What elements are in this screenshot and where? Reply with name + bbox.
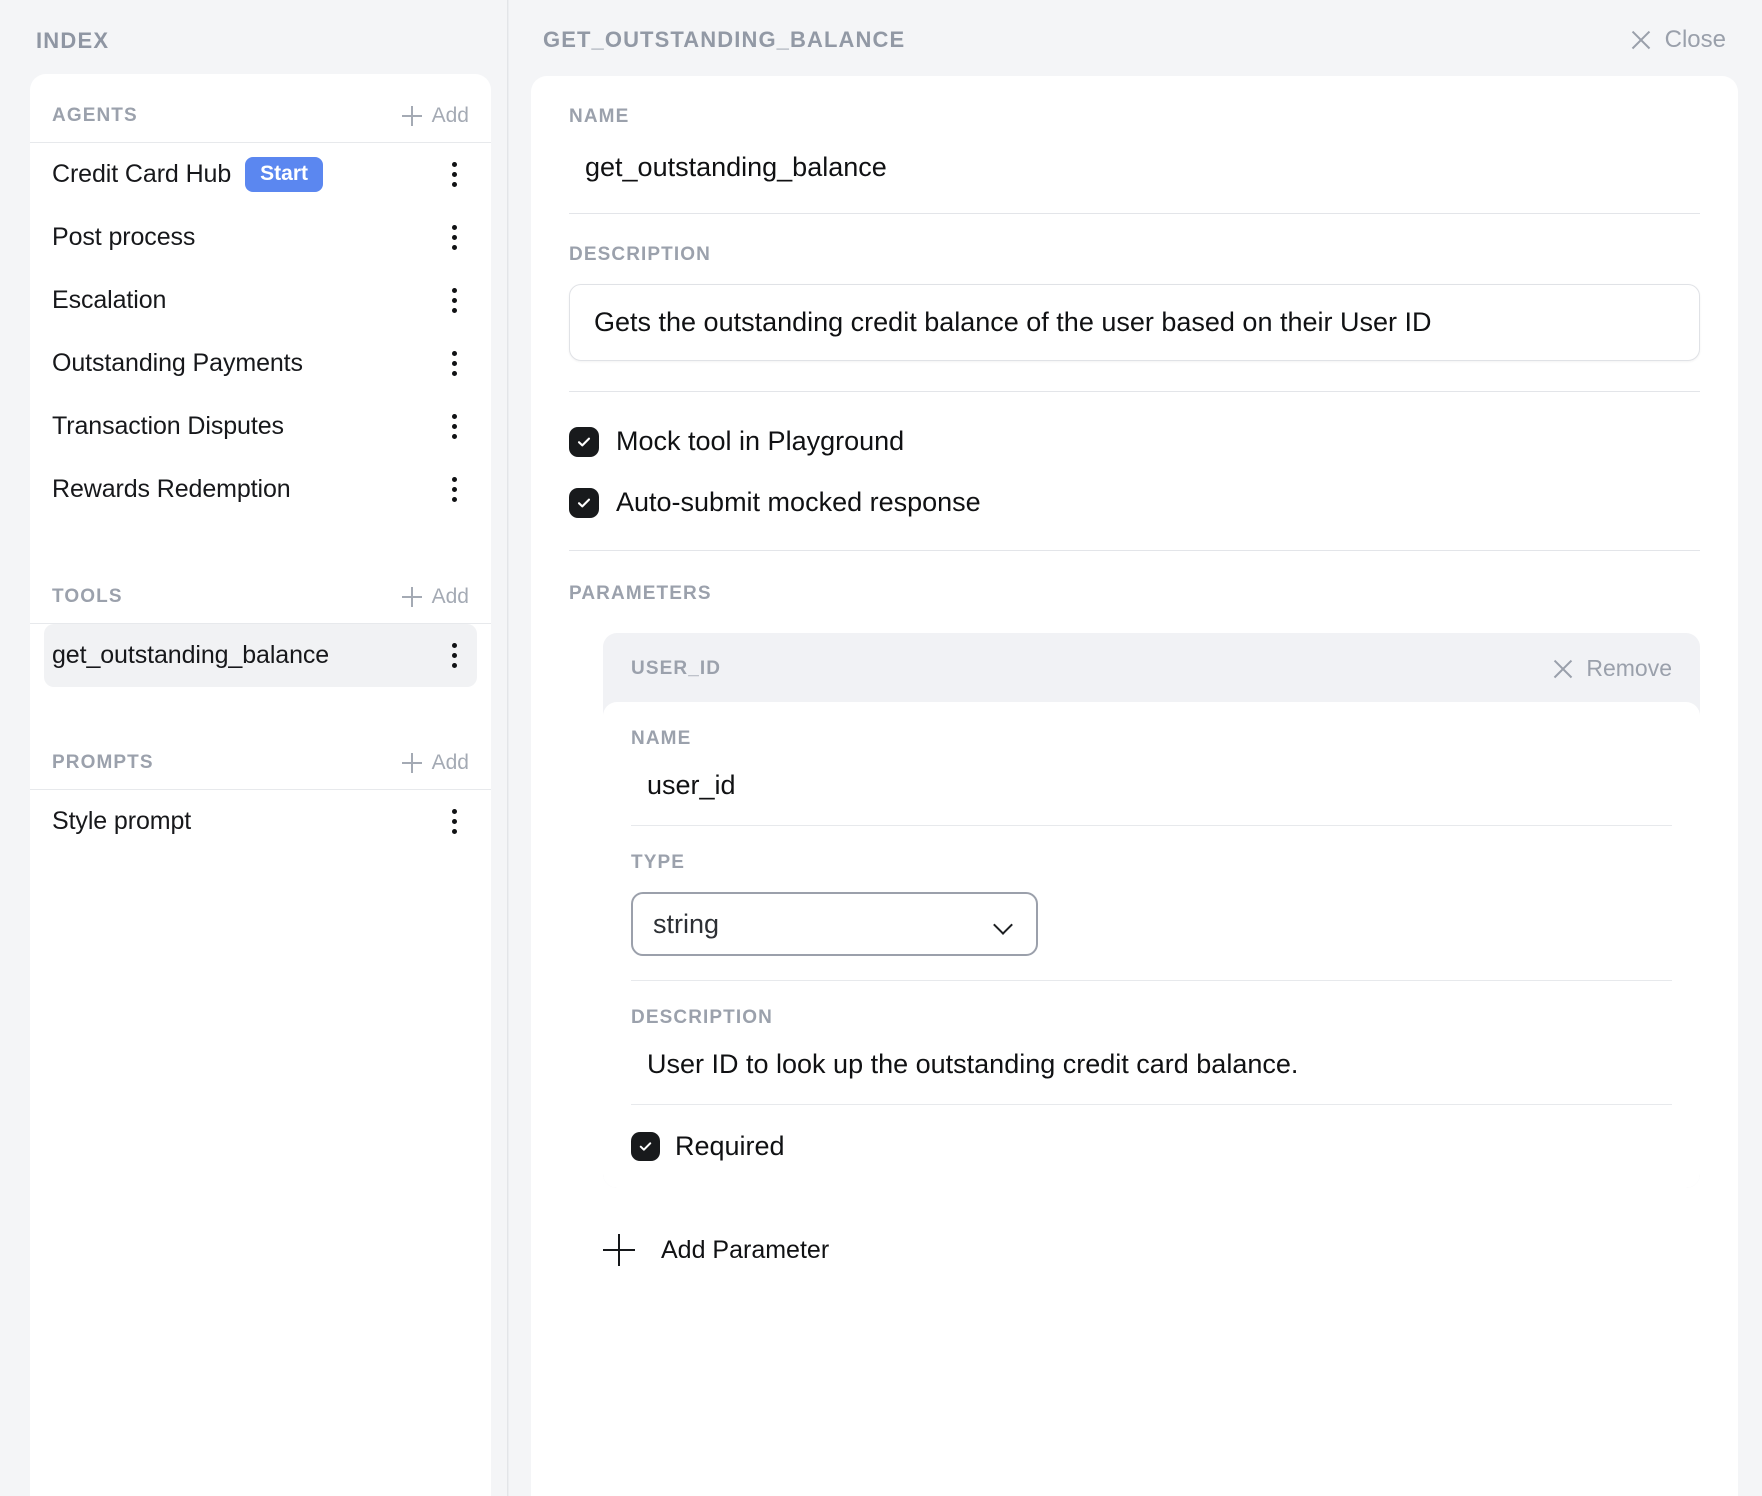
section-label-prompts: PROMPTS <box>52 752 154 773</box>
start-button[interactable]: Start <box>245 157 323 192</box>
more-options-icon[interactable] <box>439 221 469 255</box>
add-prompt-button[interactable]: Add <box>401 751 469 775</box>
detail-card: NAME get_outstanding_balance DESCRIPTION… <box>531 76 1738 1496</box>
add-parameter-label: Add Parameter <box>661 1235 830 1264</box>
agents-list: Credit Card Hub Start Post process Escal… <box>30 143 491 521</box>
parameter-type-group: TYPE string <box>631 826 1672 981</box>
required-label: Required <box>675 1131 785 1161</box>
agent-label: Escalation <box>52 286 167 314</box>
section-header-prompts: PROMPTS Add <box>30 721 491 790</box>
section-header-tools: TOOLS Add <box>30 555 491 624</box>
parameter-name-group: NAME user_id <box>631 702 1672 826</box>
section-label-tools: TOOLS <box>52 586 123 607</box>
plus-icon <box>603 1234 635 1266</box>
tool-options: Mock tool in Playground Auto-submit mock… <box>569 392 1700 550</box>
more-options-icon[interactable] <box>439 158 469 192</box>
parameter-card-user-id: USER_ID Remove NAME user_id TYPE string … <box>603 633 1700 1188</box>
tool-label: get_outstanding_balance <box>52 641 330 669</box>
agent-label: Transaction Disputes <box>52 412 284 440</box>
agent-label: Rewards Redemption <box>52 475 291 503</box>
description-field-group: DESCRIPTION Gets the outstanding credit … <box>569 214 1700 392</box>
plus-icon <box>401 106 422 126</box>
parameter-name-input[interactable]: user_id <box>631 750 1672 801</box>
agent-label: Outstanding Payments <box>52 349 303 377</box>
remove-label: Remove <box>1586 655 1672 681</box>
more-options-icon[interactable] <box>439 284 469 318</box>
parameter-type-label: TYPE <box>631 852 686 873</box>
close-label: Close <box>1664 26 1726 53</box>
close-icon <box>1630 29 1652 51</box>
list-item[interactable]: Post process <box>44 206 477 269</box>
add-agent-label: Add <box>431 104 469 127</box>
prompts-list: Style prompt <box>30 790 491 853</box>
parameter-card-header: USER_ID Remove <box>603 633 1700 702</box>
description-label: DESCRIPTION <box>569 244 711 265</box>
more-options-icon[interactable] <box>439 347 469 381</box>
chevron-down-icon <box>994 918 1014 930</box>
page-title: GET_OUTSTANDING_BALANCE <box>543 27 906 52</box>
name-field-group: NAME get_outstanding_balance <box>569 76 1700 214</box>
close-button[interactable]: Close <box>1630 26 1726 54</box>
list-item[interactable]: Transaction Disputes <box>44 395 477 458</box>
index-title: INDEX <box>36 28 110 53</box>
parameter-description-group: DESCRIPTION User ID to look up the outst… <box>631 981 1672 1105</box>
more-options-icon[interactable] <box>439 410 469 444</box>
more-options-icon[interactable] <box>439 473 469 507</box>
auto-submit-label: Auto-submit mocked response <box>616 487 981 517</box>
tools-list: get_outstanding_balance <box>30 624 491 687</box>
add-tool-label: Add <box>431 585 469 608</box>
remove-parameter-button[interactable]: Remove <box>1552 655 1672 682</box>
parameter-type-select[interactable]: string <box>631 892 1038 956</box>
description-input[interactable]: Gets the outstanding credit balance of t… <box>569 284 1700 361</box>
parameters-label: PARAMETERS <box>569 583 712 604</box>
tool-detail-panel: GET_OUTSTANDING_BALANCE Close NAME get_o… <box>508 0 1762 1496</box>
plus-icon <box>401 753 422 773</box>
parameter-description-label: DESCRIPTION <box>631 1007 773 1028</box>
index-sidebar: INDEX AGENTS Add Credit Card Hub Start P… <box>0 0 508 1496</box>
parameters-section: PARAMETERS USER_ID Remove NAME user_id T… <box>569 551 1700 1266</box>
section-label-agents: AGENTS <box>52 105 138 126</box>
parameter-title: USER_ID <box>631 657 722 679</box>
index-card: AGENTS Add Credit Card Hub Start Post pr… <box>30 74 491 1496</box>
check-icon[interactable] <box>569 487 599 518</box>
parameter-card-body: NAME user_id TYPE string DESCRIPTION Use… <box>603 702 1700 1188</box>
agent-label: Post process <box>52 223 196 251</box>
list-item[interactable]: Credit Card Hub Start <box>44 143 477 206</box>
mock-tool-label: Mock tool in Playground <box>616 426 905 456</box>
required-checkbox-row[interactable]: Required <box>631 1105 1672 1162</box>
list-item[interactable]: Escalation <box>44 269 477 332</box>
agent-label: Credit Card Hub <box>52 160 232 188</box>
section-header-agents: AGENTS Add <box>30 74 491 143</box>
parameter-name-label: NAME <box>631 728 692 749</box>
close-icon <box>1552 658 1574 680</box>
add-agent-button[interactable]: Add <box>401 104 469 128</box>
panel-header: GET_OUTSTANDING_BALANCE Close <box>509 0 1762 76</box>
more-options-icon[interactable] <box>439 805 469 839</box>
prompt-label: Style prompt <box>52 807 192 835</box>
name-label: NAME <box>569 106 630 127</box>
more-options-icon[interactable] <box>439 639 469 673</box>
list-item[interactable]: Style prompt <box>44 790 477 853</box>
name-input[interactable]: get_outstanding_balance <box>569 128 1700 183</box>
add-tool-button[interactable]: Add <box>401 585 469 609</box>
parameter-description-input[interactable]: User ID to look up the outstanding credi… <box>631 1029 1672 1080</box>
list-item[interactable]: Rewards Redemption <box>44 458 477 521</box>
mock-tool-checkbox-row[interactable]: Mock tool in Playground <box>569 426 1700 457</box>
app-root: INDEX AGENTS Add Credit Card Hub Start P… <box>0 0 1762 1496</box>
add-prompt-label: Add <box>431 751 469 774</box>
check-icon[interactable] <box>631 1132 660 1161</box>
check-icon[interactable] <box>569 426 599 457</box>
parameter-type-value: string <box>653 908 720 939</box>
add-parameter-button[interactable]: Add Parameter <box>569 1188 829 1266</box>
sidebar-item-get-outstanding-balance[interactable]: get_outstanding_balance <box>44 624 477 687</box>
plus-icon <box>401 587 422 607</box>
auto-submit-checkbox-row[interactable]: Auto-submit mocked response <box>569 487 1700 518</box>
list-item[interactable]: Outstanding Payments <box>44 332 477 395</box>
